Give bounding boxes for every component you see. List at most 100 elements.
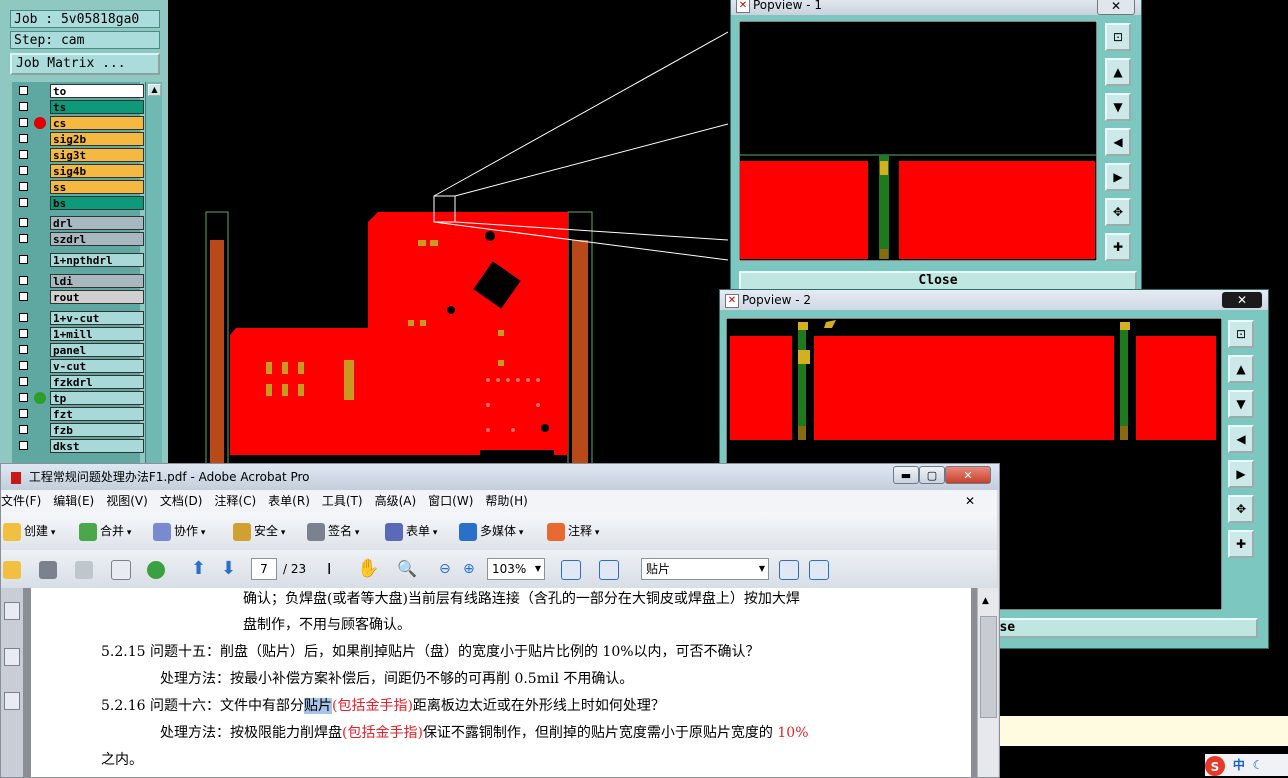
popview-1-close-button[interactable]: Close (739, 271, 1137, 291)
layer-name[interactable]: to (50, 84, 144, 98)
layer-checkbox[interactable] (19, 118, 28, 127)
layer-name[interactable]: cs (50, 116, 144, 130)
open-folder-icon[interactable] (3, 558, 24, 580)
popview-pan-down-icon[interactable]: ▼ (1228, 390, 1254, 418)
layer-row[interactable]: szdrl (14, 232, 144, 246)
layer-name[interactable]: panel (50, 343, 144, 357)
pcb-graphic-canvas[interactable] (168, 0, 728, 470)
bookmarks-panel-icon[interactable] (4, 648, 20, 666)
scrollbar-thumb[interactable] (980, 616, 997, 718)
layer-row[interactable]: fzt (14, 407, 144, 421)
zoom-level-select[interactable]: 103% ▼ (487, 558, 545, 580)
layer-checkbox[interactable] (19, 393, 28, 402)
layer-row[interactable]: sig4b (14, 164, 144, 178)
close-icon[interactable]: ✕ (1222, 292, 1262, 308)
menu-item[interactable]: 编辑(E) (53, 494, 94, 508)
print-icon[interactable] (39, 558, 60, 580)
layer-name[interactable]: 1+v-cut (50, 311, 144, 325)
layer-checkbox[interactable] (19, 150, 28, 159)
layer-checkbox[interactable] (19, 292, 28, 301)
fit-width-icon[interactable] (561, 558, 584, 580)
layer-row[interactable]: rout (14, 290, 144, 304)
find-next-icon[interactable] (809, 558, 832, 580)
menu-item[interactable]: 表单(R) (268, 494, 310, 508)
signatures-panel-icon[interactable] (4, 692, 20, 710)
layer-name[interactable]: sig3t (50, 148, 144, 162)
select-text-icon[interactable]: I (327, 558, 331, 580)
menu-item[interactable]: 文件(F) (1, 494, 41, 508)
popview-2-titlebar[interactable]: ✕ Popview - 2 ✕ (720, 290, 1268, 310)
popview-zoom-in-icon[interactable]: ✚ (1228, 530, 1254, 558)
layer-checkbox[interactable] (19, 329, 28, 338)
layer-checkbox[interactable] (19, 361, 28, 370)
layer-name[interactable]: v-cut (50, 359, 144, 373)
layer-checkbox[interactable] (19, 441, 28, 450)
layer-name[interactable]: sig4b (50, 164, 144, 178)
popview-zoom-in-icon[interactable]: ✚ (1105, 233, 1131, 261)
menu-item[interactable]: 窗口(W) (428, 494, 473, 508)
layer-name[interactable]: szdrl (50, 232, 144, 246)
popview-zoom-out-icon[interactable]: ✥ (1105, 198, 1131, 226)
hand-tool-icon[interactable]: ✋ (357, 558, 379, 580)
layer-checkbox[interactable] (19, 134, 28, 143)
layer-row[interactable]: 1+mill (14, 327, 144, 341)
popview-1-titlebar[interactable]: ✕ Popview - 1 ✕ (731, 0, 1141, 15)
layer-row[interactable]: cs (14, 116, 144, 130)
layer-checkbox[interactable] (19, 234, 28, 243)
toolbar-button[interactable]: 安全 ▾ (233, 520, 285, 542)
toolbar-button[interactable]: 合并 ▾ (79, 520, 131, 542)
layer-name[interactable]: drl (50, 216, 144, 230)
layer-row[interactable]: bs (14, 196, 144, 210)
moon-icon[interactable]: ☾ (1253, 758, 1264, 772)
toolbar-button[interactable]: 签名 ▾ (307, 520, 359, 542)
layer-row[interactable]: tp (14, 391, 144, 405)
layer-row[interactable]: drl (14, 216, 144, 230)
layer-row[interactable]: v-cut (14, 359, 144, 373)
document-vertical-scrollbar[interactable]: ▲ (977, 588, 998, 777)
close-icon[interactable]: ✕ (1097, 0, 1135, 15)
pages-panel-icon[interactable] (4, 602, 20, 620)
zoom-tool-icon[interactable]: 🔍 (397, 558, 417, 580)
layer-list-scrollbar[interactable]: ▲ (145, 82, 162, 482)
layer-name[interactable]: ts (50, 100, 144, 114)
menu-item[interactable]: 注释(C) (214, 494, 256, 508)
layer-row[interactable]: ss (14, 180, 144, 194)
popview-zoom-out-icon[interactable]: ✥ (1228, 495, 1254, 523)
layer-checkbox[interactable] (19, 198, 28, 207)
previous-page-icon[interactable]: ⬆ (191, 558, 206, 580)
popview-zoom-fit-icon[interactable]: ⊡ (1105, 23, 1131, 51)
layer-name[interactable]: fzt (50, 407, 144, 421)
ime-language-label[interactable]: 中 (1233, 758, 1245, 772)
layer-name[interactable]: dkst (50, 439, 144, 453)
popview-pan-down-icon[interactable]: ▼ (1105, 93, 1131, 121)
ime-logo-icon[interactable]: S (1205, 755, 1225, 776)
layer-row[interactable]: ldi (14, 274, 144, 288)
layer-row[interactable]: panel (14, 343, 144, 357)
layer-name[interactable]: rout (50, 290, 144, 304)
layer-row[interactable]: fzb (14, 423, 144, 437)
layer-row[interactable]: 1+npthdrl (14, 253, 144, 267)
scroll-up-arrow-icon[interactable]: ▲ (148, 84, 161, 96)
layer-name[interactable]: ss (50, 180, 144, 194)
menu-item[interactable]: 工具(T) (322, 494, 363, 508)
menu-item[interactable]: 高级(A) (375, 494, 417, 508)
toolbar-button[interactable]: 注释 ▾ (547, 520, 599, 542)
layer-name[interactable]: fzb (50, 423, 144, 437)
layer-checkbox[interactable] (19, 313, 28, 322)
layer-checkbox[interactable] (19, 255, 28, 264)
layer-row[interactable]: to (14, 84, 144, 98)
toolbar-button[interactable]: 多媒体 ▾ (459, 520, 523, 542)
email-icon[interactable] (111, 558, 134, 580)
layer-name[interactable]: bs (50, 196, 144, 210)
pdf-page[interactable]: 确认；负焊盘(或者等大盘)当前层有线路连接（含孔的一部分在大铜皮或焊盘上）按加大… (31, 588, 971, 777)
layer-row[interactable]: sig2b (14, 132, 144, 146)
minimize-icon[interactable]: ▬ (893, 466, 919, 484)
toolbar-button[interactable]: 创建 ▾ (3, 520, 55, 542)
zoom-out-icon[interactable]: ⊖ (439, 558, 451, 580)
menu-item[interactable]: 帮助(H) (485, 494, 527, 508)
layer-checkbox[interactable] (19, 182, 28, 191)
layer-name[interactable]: fzkdrl (50, 375, 144, 389)
layer-checkbox[interactable] (19, 218, 28, 227)
layer-checkbox[interactable] (19, 409, 28, 418)
popview-pan-left-icon[interactable]: ◀ (1105, 128, 1131, 156)
